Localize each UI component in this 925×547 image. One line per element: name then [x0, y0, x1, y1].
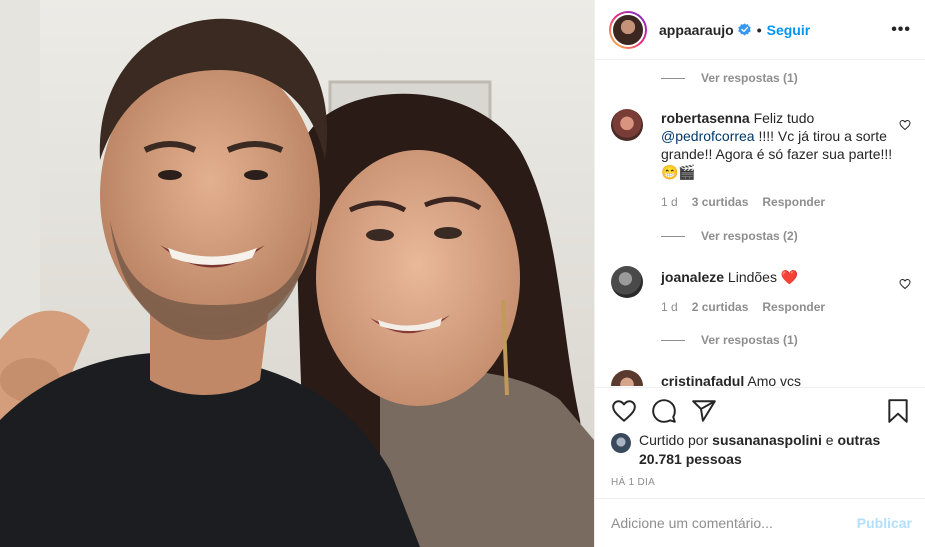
divider-line [661, 235, 685, 237]
post-photo-image [0, 0, 594, 547]
liker-avatar[interactable] [611, 433, 631, 453]
comment-meta: 1 d 3 curtidas Responder [661, 195, 825, 209]
reply-button[interactable]: Responder [762, 300, 825, 314]
comment-text: joanaleze Lindões ❤️ [661, 268, 893, 286]
comment-bubble-icon[interactable] [651, 398, 677, 424]
view-replies-label: Ver respostas (1) [701, 71, 798, 85]
post-photo[interactable] [0, 0, 594, 547]
post-actions: Curtido por susananaspolini e outras 20.… [595, 387, 925, 488]
heart-outline-icon[interactable] [611, 398, 637, 424]
author-avatar[interactable] [609, 10, 647, 49]
comment-likes-count[interactable]: 2 curtidas [692, 300, 749, 314]
likes-text: Curtido por susananaspolini e outras 20.… [639, 431, 911, 469]
follow-button[interactable]: Seguir [767, 22, 811, 38]
separator-dot: • [756, 21, 762, 38]
commenter-username[interactable]: joanaleze [661, 269, 724, 285]
bookmark-icon[interactable] [885, 398, 911, 424]
comment-text: cristinafadul Amo vcs [661, 372, 893, 386]
divider-line [661, 339, 685, 341]
liker-username[interactable]: susananaspolini [712, 432, 822, 448]
add-comment-bar: Publicar [595, 498, 925, 547]
comment-body: Feliz tudo [753, 110, 815, 126]
comment-body: Lindões ❤️ [727, 269, 799, 285]
comment-text: robertasenna Feliz tudo @pedrofcorrea !!… [661, 109, 893, 181]
commenter-avatar[interactable] [611, 109, 643, 141]
commenter-avatar[interactable] [611, 370, 643, 386]
reply-button[interactable]: Responder [762, 195, 825, 209]
post-side-panel: appaaraujo • Seguir ••• Ver respostas (1… [594, 0, 925, 547]
comment-mention[interactable]: @pedrofcorrea [661, 128, 755, 144]
comment-body: Amo vcs [747, 373, 802, 386]
commenter-username[interactable]: cristinafadul [661, 373, 744, 386]
small-heart-icon[interactable] [899, 278, 911, 290]
comment-meta: 1 d 2 curtidas Responder [661, 300, 825, 314]
paper-plane-icon[interactable] [691, 398, 717, 424]
action-icons-row [611, 398, 911, 424]
author-username[interactable]: appaaraujo [659, 22, 734, 38]
comment-likes-count[interactable]: 3 curtidas [692, 195, 749, 209]
comment-item: cristinafadul Amo vcs [611, 370, 911, 386]
view-replies-label: Ver respostas (2) [701, 229, 798, 243]
comment-time: 1 d [661, 300, 678, 314]
post-header: appaaraujo • Seguir ••• [595, 0, 925, 60]
likes-prefix: Curtido por [639, 432, 709, 448]
comment-time: 1 d [661, 195, 678, 209]
comments-list[interactable]: Ver respostas (1) robertasenna Feliz tud… [595, 61, 925, 386]
verified-badge-icon [738, 23, 751, 36]
publish-button[interactable]: Publicar [857, 515, 912, 531]
likes-conjunction: e [825, 432, 834, 448]
divider-line [661, 77, 685, 79]
more-options-icon[interactable]: ••• [891, 21, 911, 39]
comment-input[interactable] [611, 515, 857, 531]
view-replies-button[interactable]: Ver respostas (2) [661, 229, 798, 243]
post-timestamp[interactable]: HÁ 1 DIA [611, 477, 655, 488]
commenter-avatar[interactable] [611, 266, 643, 298]
view-replies-button[interactable]: Ver respostas (1) [661, 333, 798, 347]
view-replies-button[interactable]: Ver respostas (1) [661, 71, 798, 85]
small-heart-icon[interactable] [899, 119, 911, 131]
view-replies-label: Ver respostas (1) [701, 333, 798, 347]
commenter-username[interactable]: robertasenna [661, 110, 750, 126]
